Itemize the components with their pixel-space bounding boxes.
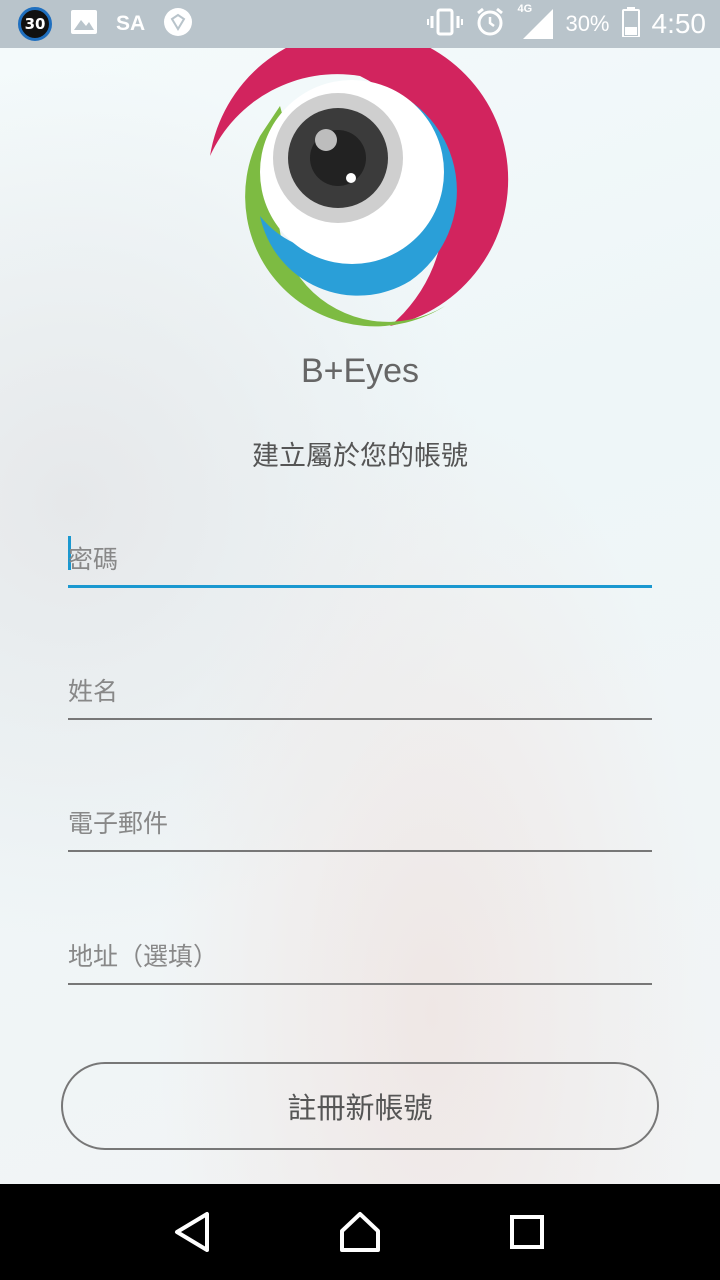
notification-count-badge: 30 bbox=[18, 7, 52, 41]
email-field[interactable]: 電子郵件 bbox=[68, 792, 652, 852]
name-field[interactable]: 姓名 bbox=[68, 660, 652, 720]
status-bar: 30 SA 4G 30% 4:50 bbox=[0, 0, 720, 48]
diamond-heart-icon bbox=[163, 7, 193, 41]
register-screen: B+Eyes 建立屬於您的帳號 密碼 姓名 電子郵件 地址（選填） 註冊新帳號 bbox=[0, 48, 720, 1184]
register-button[interactable]: 註冊新帳號 bbox=[61, 1062, 659, 1150]
battery-percent: 30% bbox=[565, 11, 610, 36]
network-type-label: 4G bbox=[517, 3, 533, 15]
address-field[interactable]: 地址（選填） bbox=[68, 925, 652, 985]
name-placeholder: 姓名 bbox=[68, 677, 119, 706]
signal-icon: 4G bbox=[517, 3, 554, 39]
battery-icon bbox=[621, 7, 640, 41]
navigation-bar bbox=[0, 1184, 720, 1280]
address-placeholder: 地址（選填） bbox=[68, 942, 219, 971]
recents-icon[interactable] bbox=[497, 1202, 557, 1262]
page-subtitle: 建立屬於您的帳號 bbox=[252, 441, 468, 472]
clock: 4:50 bbox=[651, 8, 707, 39]
app-logo-icon bbox=[210, 48, 509, 327]
vibrate-icon bbox=[427, 8, 464, 40]
name-underline bbox=[68, 718, 652, 720]
address-underline bbox=[68, 983, 652, 985]
alarm-icon bbox=[475, 7, 505, 41]
app-name: B+Eyes bbox=[300, 352, 420, 390]
email-underline bbox=[68, 850, 652, 852]
password-underline bbox=[68, 585, 652, 588]
password-field[interactable]: 密碼 bbox=[68, 528, 652, 588]
home-icon[interactable] bbox=[330, 1202, 390, 1262]
password-placeholder: 密碼 bbox=[68, 545, 119, 574]
image-icon bbox=[70, 9, 98, 39]
email-placeholder: 電子郵件 bbox=[68, 809, 169, 838]
back-icon[interactable] bbox=[163, 1202, 223, 1262]
carrier-label: SA bbox=[116, 12, 146, 35]
